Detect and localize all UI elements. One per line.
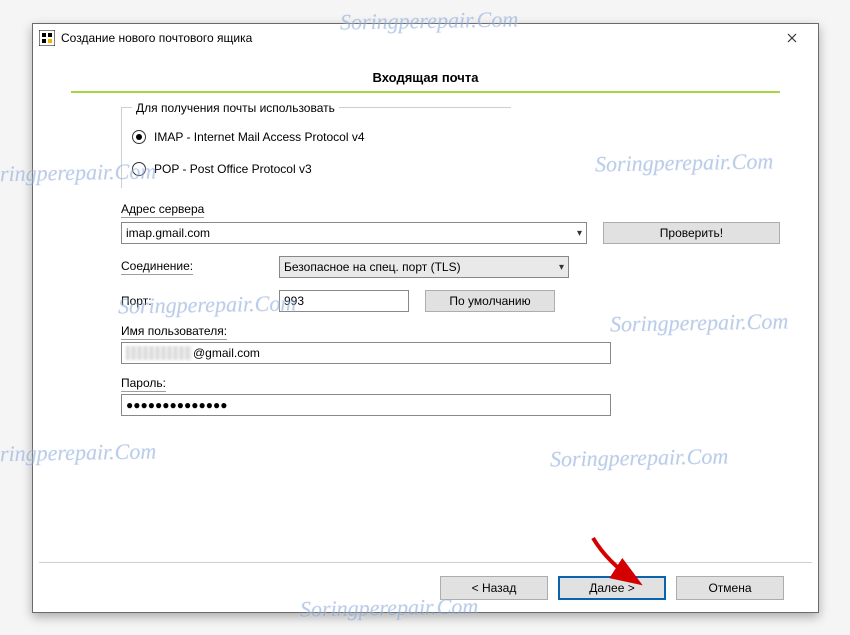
connection-combo[interactable]: Безопасное на спец. порт (TLS) ▾: [279, 256, 569, 278]
page-title: Входящая почта: [71, 62, 780, 93]
protocol-legend: Для получения почты использовать: [132, 101, 339, 115]
radio-icon: [132, 130, 146, 144]
username-suffix: @gmail.com: [193, 346, 260, 360]
server-address-combo[interactable]: imap.gmail.com ▾: [121, 222, 587, 244]
port-label: Порт:: [121, 294, 152, 308]
titlebar: Создание нового почтового ящика: [33, 24, 818, 52]
chevron-down-icon: ▾: [577, 228, 582, 239]
server-label: Адрес сервера: [121, 202, 204, 218]
app-icon: [39, 30, 55, 46]
username-redacted: [126, 346, 192, 360]
dialog-window: Создание нового почтового ящика Входящая…: [32, 23, 819, 613]
form-area: Адрес сервера imap.gmail.com ▾ Проверить…: [121, 202, 780, 428]
password-input[interactable]: [121, 394, 611, 416]
button-bar: < Назад Далее > Отмена: [39, 562, 812, 612]
window-title: Создание нового почтового ящика: [61, 31, 772, 45]
next-button[interactable]: Далее >: [558, 576, 666, 600]
cancel-button[interactable]: Отмена: [676, 576, 784, 600]
close-icon[interactable]: [772, 26, 812, 50]
dialog-body: Входящая почта Для получения почты испол…: [33, 52, 818, 562]
port-input[interactable]: [279, 290, 409, 312]
username-input[interactable]: @gmail.com: [121, 342, 611, 364]
radio-pop-label: POP - Post Office Protocol v3: [154, 162, 312, 176]
username-label: Имя пользователя:: [121, 324, 227, 340]
password-label: Пароль:: [121, 376, 166, 392]
chevron-down-icon: ▾: [559, 262, 564, 273]
server-address-value: imap.gmail.com: [126, 226, 210, 240]
protocol-fieldset: Для получения почты использовать IMAP - …: [121, 107, 511, 188]
radio-pop[interactable]: POP - Post Office Protocol v3: [132, 162, 501, 176]
radio-imap-label: IMAP - Internet Mail Access Protocol v4: [154, 130, 365, 144]
connection-label: Соединение:: [121, 259, 193, 275]
check-button[interactable]: Проверить!: [603, 222, 780, 244]
port-default-button[interactable]: По умолчанию: [425, 290, 555, 312]
radio-icon: [132, 162, 146, 176]
back-button[interactable]: < Назад: [440, 576, 548, 600]
connection-value: Безопасное на спец. порт (TLS): [284, 260, 461, 274]
radio-imap[interactable]: IMAP - Internet Mail Access Protocol v4: [132, 130, 501, 144]
protocol-group: Для получения почты использовать IMAP - …: [121, 107, 511, 188]
